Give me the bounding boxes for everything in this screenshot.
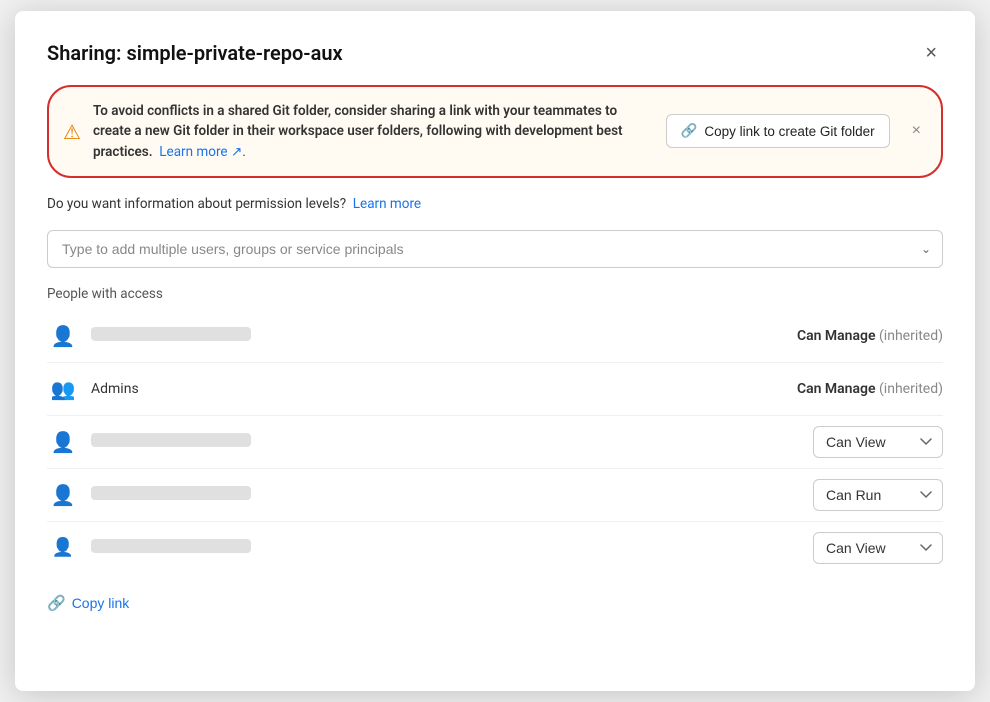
permission-dropdown[interactable]: Can View Can Edit Can Run Can Manage (813, 532, 943, 564)
avatar: 👤 (47, 320, 79, 352)
warning-icon: ⚠ (63, 120, 81, 144)
permission-learn-more-link[interactable]: Learn more (353, 196, 421, 212)
person-permission: Can Manage (inherited) (743, 328, 943, 344)
modal-title: Sharing: simple-private-repo-aux (47, 41, 343, 65)
person-name (91, 539, 801, 557)
person-name: Admins (91, 381, 731, 397)
permission-dropdown[interactable]: Can View Can Edit Can Run Can Manage (813, 479, 943, 511)
link-icon: 🔗 (47, 594, 66, 612)
table-row: 👤 Can View Can Edit Can Run Can Manage (47, 469, 943, 522)
add-users-wrapper: ⌄ (47, 230, 943, 268)
avatar: 👤 (47, 532, 79, 564)
avatar: 👥 (47, 373, 79, 405)
copy-git-folder-button[interactable]: 🔗 Copy link to create Git folder (666, 114, 890, 148)
person-name-blur (91, 327, 251, 341)
footer-copy-link: 🔗 Copy link (47, 594, 943, 612)
table-row: 👤 Can Manage (inherited) (47, 310, 943, 363)
close-button[interactable]: × (919, 39, 943, 67)
person-name (91, 327, 731, 345)
copy-link-button[interactable]: 🔗 Copy link (47, 594, 129, 612)
warning-banner: ⚠ To avoid conflicts in a shared Git fol… (47, 85, 943, 178)
table-row: 👤 Can View Can Edit Can Run Can Manage (47, 416, 943, 469)
permission-info-line: Do you want information about permission… (47, 196, 943, 212)
people-section-title: People with access (47, 286, 943, 302)
permission-dropdown[interactable]: Can View Can Edit Can Run Can Manage (813, 426, 943, 458)
copy-git-icon: 🔗 (681, 123, 698, 139)
person-name-blur (91, 433, 251, 447)
table-row: 👥 Admins Can Manage (inherited) (47, 363, 943, 416)
table-row: 👤 Can View Can Edit Can Run Can Manage (47, 522, 943, 574)
person-name-blur (91, 539, 251, 553)
person-name (91, 486, 801, 504)
avatar: 👤 (47, 426, 79, 458)
person-name-blur (91, 486, 251, 500)
add-users-input[interactable] (47, 230, 943, 268)
people-list: 👤 Can Manage (inherited) 👥 Admins Can Ma… (47, 310, 943, 574)
modal-header: Sharing: simple-private-repo-aux × (47, 39, 943, 67)
warning-dismiss-button[interactable]: × (908, 122, 925, 140)
sharing-modal: Sharing: simple-private-repo-aux × ⚠ To … (15, 11, 975, 691)
warning-learn-more-link[interactable]: Learn more ↗ (159, 144, 242, 160)
person-permission: Can Manage (inherited) (743, 381, 943, 397)
avatar: 👤 (47, 479, 79, 511)
person-name (91, 433, 801, 451)
warning-text: To avoid conflicts in a shared Git folde… (93, 101, 654, 162)
